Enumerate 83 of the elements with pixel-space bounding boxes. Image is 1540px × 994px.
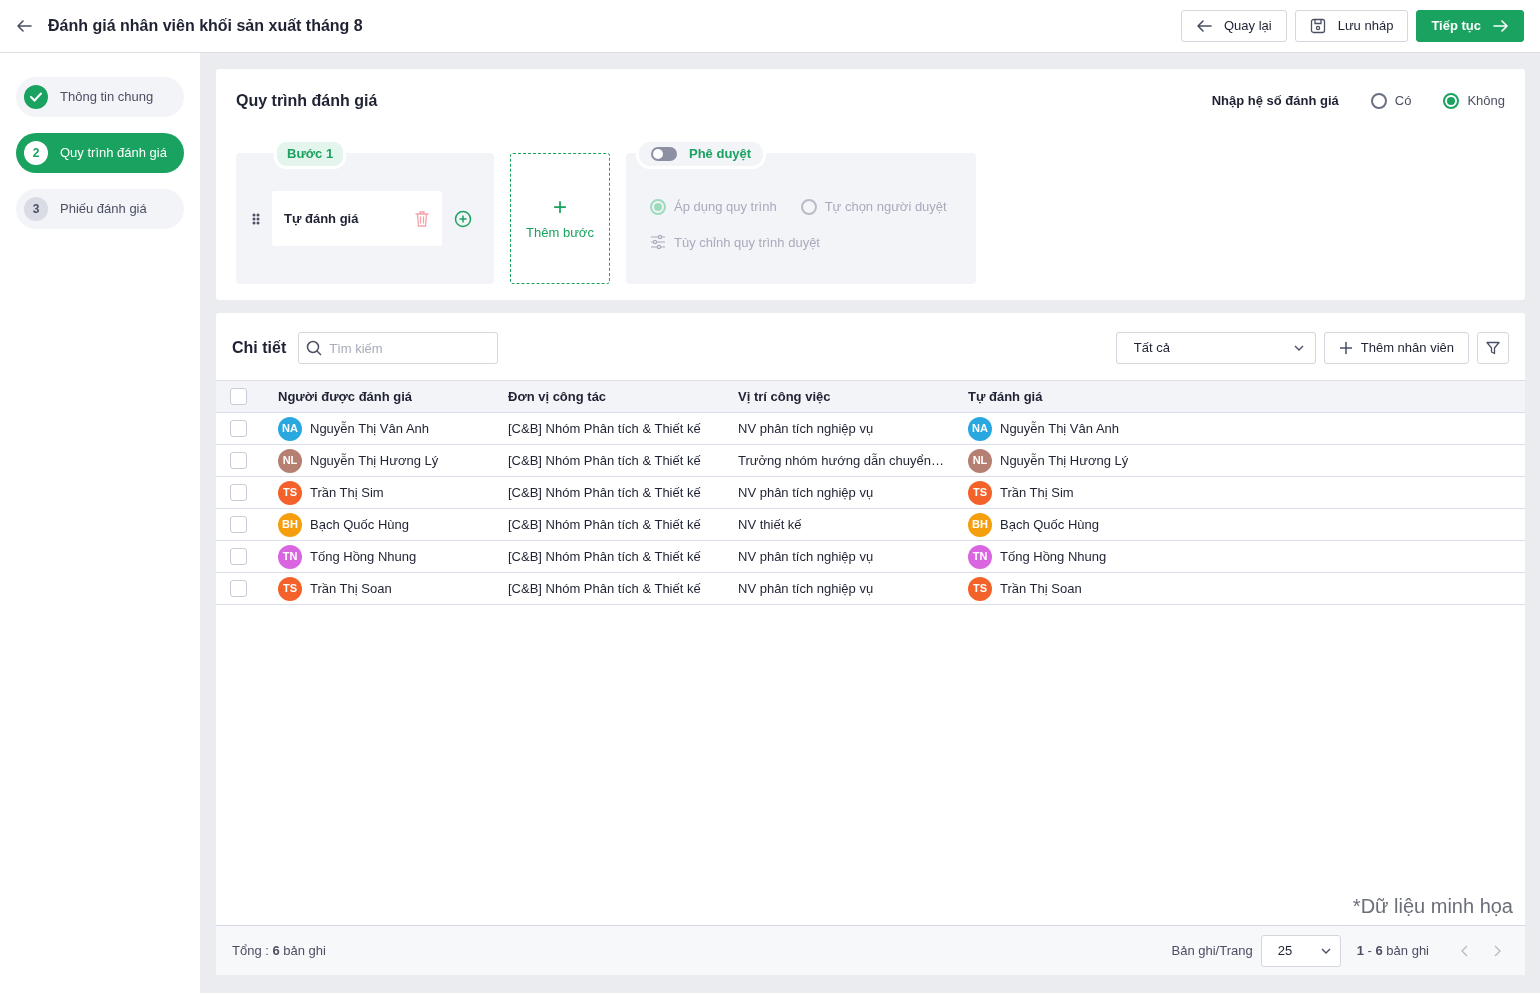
save-draft-button[interactable]: Lưu nháp [1294,10,1409,42]
note-text: *Dữ liệu minh họa [1351,894,1514,919]
sliders-icon [650,234,666,251]
checkbox[interactable] [230,420,247,437]
column-header: Tự đánh giá [960,380,1525,413]
approval-label: Phê duyệt [689,145,752,163]
column-header: Người được đánh giá [270,380,500,413]
table-cell: NV thiết kế [730,508,960,541]
avatar: NA [968,416,992,441]
radio-option[interactable]: Có [1370,91,1412,111]
step-item-label: Tự đánh giá [284,209,359,228]
drag-handle-icon[interactable] [252,212,260,225]
person-name: Bạch Quốc Hùng [1000,515,1099,534]
search-icon [306,340,323,356]
avatar: TN [968,544,992,569]
search-field[interactable]: Tìm kiếm [298,332,499,364]
table-cell: [C&B] Nhóm Phân tích & Thiết kế [500,476,730,509]
avatar: TN [278,544,302,569]
add-employee-button[interactable]: Thêm nhân viên [1323,332,1469,364]
person-name: Nguyễn Thị Vân Anh [1000,419,1119,438]
plus-icon [1338,341,1353,355]
person-name: Nguyễn Thị Hương Lý [1000,451,1129,470]
left-arrow-icon [1196,18,1212,34]
toggle-switch[interactable] [651,146,677,161]
page-range: 1 - 6 bản ghi [1356,941,1429,960]
step-tag: Bước 1 [274,139,347,169]
person-name: Tống Hồng Nhung [1000,547,1107,566]
right-arrow-icon [1493,18,1509,34]
avatar: BH [968,512,992,537]
per-page-dropdown[interactable]: 25 [1260,934,1341,967]
table-cell: NV phân tích nghiệp vụ [730,476,960,509]
avatar: TS [968,576,992,601]
checkbox[interactable] [230,516,247,533]
table-cell: Trưởng nhóm hướng dẫn chuyển… [730,444,960,477]
column-header: Vị trí công việc [730,380,960,413]
person-name: Tống Hồng Nhung [310,547,417,566]
step-number: 3 [24,197,48,221]
table-cell: NV phân tích nghiệp vụ [730,540,960,573]
column-header: Đơn vị công tác [500,380,730,413]
person-name: Trần Thị Sim [310,483,384,502]
avatar: BH [278,512,302,537]
avatar: NA [278,416,302,441]
funnel-icon [1486,341,1500,355]
checkbox[interactable] [230,484,247,501]
section-title: Quy trình đánh giá [236,91,378,111]
avatar: TS [278,480,302,505]
table-cell: [C&B] Nhóm Phân tích & Thiết kế [500,508,730,541]
checkbox[interactable] [230,548,247,565]
step-number: 2 [24,141,48,165]
table-cell: [C&B] Nhóm Phân tích & Thiết kế [500,444,730,477]
add-circle-icon[interactable] [454,209,472,228]
coefficient-label: Nhập hệ số đánh giá [1211,92,1339,111]
person-name: Trần Thị Sim [1000,483,1074,502]
step-tab[interactable]: 3 Phiếu đánh giá [16,189,184,229]
table-cell: NV phân tích nghiệp vụ [730,412,960,445]
section-title: Chi tiết [232,338,287,358]
person-name: Bạch Quốc Hùng [310,515,409,534]
page-title: Đánh giá nhân viên khối sản xuất tháng 8 [48,16,363,36]
checkbox[interactable] [230,388,247,405]
filter-button[interactable] [1477,332,1509,364]
table-cell: [C&B] Nhóm Phân tích & Thiết kế [500,572,730,605]
per-page-label: Bản ghi/Trang [1171,941,1253,960]
table-cell: NV phân tích nghiệp vụ [730,572,960,605]
check-icon [24,85,48,109]
avatar: TS [968,480,992,505]
person-name: Trần Thị Soan [1000,579,1082,598]
trash-icon[interactable] [414,209,430,228]
total-count: Tổng : 6 bản ghi [232,941,326,960]
person-name: Trần Thị Soan [310,579,392,598]
person-name: Nguyễn Thị Hương Lý [310,451,439,470]
back-button[interactable]: Quay lại [1181,10,1287,42]
table-cell: [C&B] Nhóm Phân tích & Thiết kế [500,412,730,445]
step-tab[interactable]: Thông tin chung [16,77,184,117]
table-cell: [C&B] Nhóm Phân tích & Thiết kế [500,540,730,573]
avatar: NL [278,448,302,473]
filter-dropdown[interactable]: Tất cả [1115,332,1316,364]
back-arrow-icon[interactable] [16,18,32,34]
checkbox[interactable] [230,452,247,469]
avatar: NL [968,448,992,473]
radio-option[interactable]: Không [1443,91,1505,111]
avatar: TS [278,576,302,601]
person-name: Nguyễn Thị Vân Anh [310,419,429,438]
checkbox[interactable] [230,580,247,597]
